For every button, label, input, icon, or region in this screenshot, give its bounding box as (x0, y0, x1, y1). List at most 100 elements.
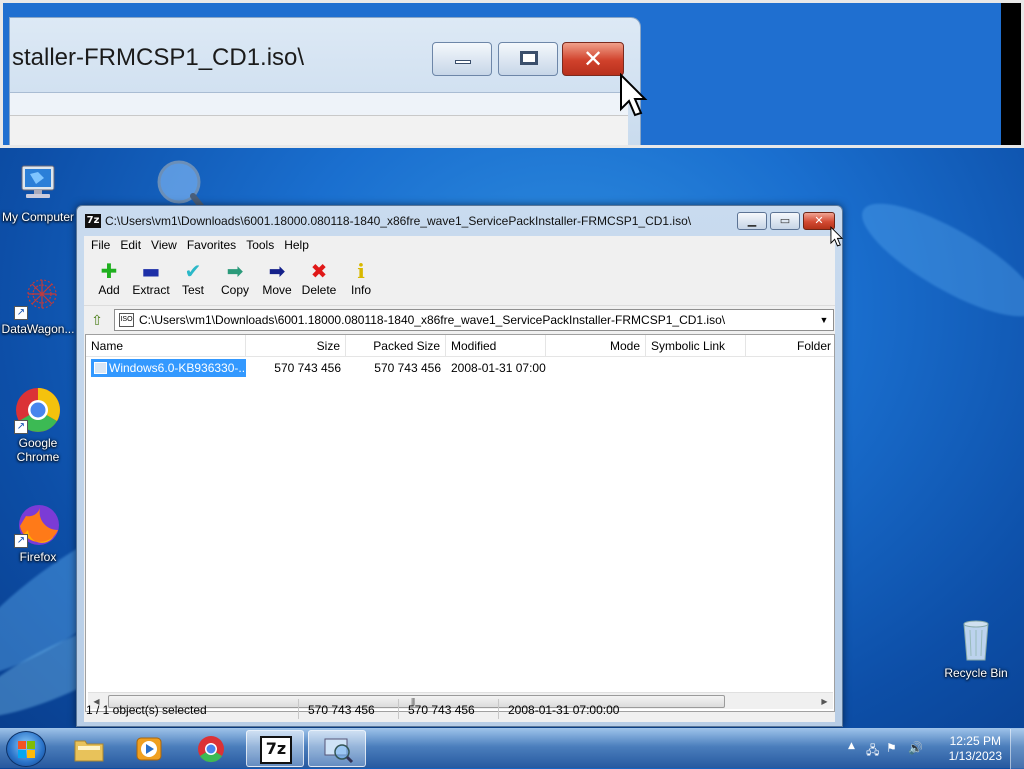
desktop-icon-label: Google Chrome (16, 436, 60, 464)
desktop-icon-label: DataWagon... (1, 322, 75, 336)
info-label: Info (350, 283, 371, 297)
magnified-close-button: ✕ (562, 42, 624, 76)
desktop-icon-label: Firefox (19, 550, 57, 564)
firefox-icon: ↗ (14, 500, 62, 548)
datawagon-icon: ↗ (14, 272, 62, 320)
menu-view[interactable]: View (146, 238, 182, 252)
close-icon: ✕ (814, 215, 824, 227)
clock-date: 1/13/2023 (948, 749, 1002, 763)
desktop-icon-google-chrome[interactable]: ↗ Google Chrome (0, 386, 76, 464)
column-modified[interactable]: Modified (446, 335, 546, 357)
menu-favorites[interactable]: Favorites (182, 238, 241, 252)
magnified-maximize-button (498, 42, 558, 76)
windows-logo-icon (18, 741, 36, 759)
desktop-icon-label: My Computer (1, 210, 75, 224)
title-bar[interactable]: 7z C:\Users\vm1\Downloads\6001.18000.080… (77, 206, 842, 236)
recycle-bin-icon (952, 616, 1000, 664)
status-packed: 570 743 456 (408, 703, 475, 717)
magnifier-icon (324, 738, 354, 764)
show-hidden-icons-icon[interactable]: ▲ (848, 741, 855, 751)
taskbar-media-player[interactable] (120, 730, 178, 767)
delete-label: Delete (301, 283, 337, 297)
magnified-window: staller-FRMCSP1_CD1.iso\ ✕ (9, 17, 641, 145)
taskbar-explorer[interactable] (60, 730, 118, 767)
add-button[interactable]: ✚ Add (88, 254, 130, 305)
menu-tools[interactable]: Tools (241, 238, 279, 252)
7zip-app-icon: 7z (85, 214, 101, 228)
magnifier-edge (1001, 3, 1021, 145)
scroll-right-icon[interactable]: ▶ (816, 693, 833, 710)
minimize-button[interactable]: ▁ (737, 212, 767, 230)
magnified-minimize-button (432, 42, 492, 76)
extract-label: Extract (132, 283, 170, 297)
window-title: C:\Users\vm1\Downloads\6001.18000.080118… (105, 214, 692, 228)
shortcut-arrow-icon: ↗ (14, 534, 28, 548)
minimize-icon: ▁ (747, 215, 757, 227)
clock[interactable]: 12:25 PM 1/13/2023 (949, 734, 1002, 764)
plus-icon: ✚ (100, 259, 118, 283)
status-selection: 1 / 1 object(s) selected (86, 703, 207, 717)
shortcut-arrow-icon: ↗ (14, 420, 28, 434)
desktop-icon-label: Recycle Bin (944, 666, 1008, 680)
row-name-cell[interactable]: Windows6.0-KB936330-... (91, 359, 246, 377)
menu-bar: File Edit View Favorites Tools Help (84, 236, 835, 254)
info-button[interactable]: i Info (340, 254, 382, 305)
7zip-icon: 7z (260, 736, 292, 764)
move-button[interactable]: ➡ Move (256, 254, 298, 305)
file-list[interactable]: Name Size Packed Size Modified Mode Symb… (85, 334, 835, 712)
maximize-button[interactable]: ▭ (770, 212, 800, 230)
row-modified: 2008-01-31 07:00 (451, 361, 546, 375)
row-size: 570 743 456 (274, 361, 341, 375)
delete-button[interactable]: ✖ Delete (298, 254, 340, 305)
status-divider (398, 699, 399, 719)
chrome-icon: ↗ (14, 386, 62, 434)
delete-x-icon: ✖ (310, 259, 328, 283)
column-folder[interactable]: Folder (746, 335, 834, 357)
chevron-down-icon[interactable]: ▼ (817, 312, 831, 328)
network-icon[interactable]: 🖧 (866, 741, 879, 762)
media-player-icon (136, 737, 162, 761)
start-button[interactable] (6, 731, 46, 767)
add-label: Add (98, 283, 120, 297)
test-button[interactable]: ✔ Test (172, 254, 214, 305)
taskbar-7zip[interactable]: 7z (246, 730, 304, 767)
taskbar: 7z ▲ 🖧 ⚑ 🔊 12:25 PM 1/13/2023 (0, 728, 1024, 769)
chrome-icon (198, 736, 224, 763)
column-size[interactable]: Size (246, 335, 346, 357)
status-divider (298, 699, 299, 719)
computer-icon (14, 160, 62, 208)
row-packed-size: 570 743 456 (374, 361, 441, 375)
column-mode[interactable]: Mode (546, 335, 646, 357)
copy-button[interactable]: ➡ Copy (214, 254, 256, 305)
desktop-icon-my-computer[interactable]: My Computer (0, 160, 76, 224)
menu-help[interactable]: Help (279, 238, 314, 252)
action-center-flag-icon[interactable]: ⚑ (886, 741, 897, 755)
extract-button[interactable]: ▬ Extract (130, 254, 172, 305)
iso-file-icon: ISO (119, 313, 134, 327)
volume-icon[interactable]: 🔊 (908, 741, 923, 755)
column-packed-size[interactable]: Packed Size (346, 335, 446, 357)
show-desktop-button[interactable] (1010, 729, 1024, 769)
magnified-cursor-icon (620, 73, 648, 117)
maximize-icon: ▭ (779, 215, 791, 227)
desktop-icon-recycle-bin[interactable]: Recycle Bin (936, 616, 1016, 680)
column-symbolic-link[interactable]: Symbolic Link (646, 335, 746, 357)
desktop-icon-firefox[interactable]: ↗ Firefox (0, 500, 76, 564)
folder-up-icon: ⇧ (91, 313, 103, 329)
taskbar-chrome[interactable] (182, 730, 240, 767)
check-icon: ✔ (184, 259, 202, 283)
address-combobox[interactable]: ISO C:\Users\vm1\Downloads\6001.18000.08… (114, 309, 834, 331)
column-name[interactable]: Name (86, 335, 246, 357)
address-path: C:\Users\vm1\Downloads\6001.18000.080118… (139, 313, 726, 327)
minus-icon: ▬ (141, 259, 161, 283)
menu-file[interactable]: File (86, 238, 115, 252)
table-row[interactable]: Windows6.0-KB936330-... 570 743 456 570 … (86, 359, 834, 377)
menu-edit[interactable]: Edit (115, 238, 146, 252)
info-icon: i (357, 259, 365, 283)
folder-up-button[interactable]: ⇧ (86, 311, 108, 331)
taskbar-magnifier[interactable] (308, 730, 366, 767)
desktop-icon-datawagon[interactable]: ↗ DataWagon... (0, 272, 76, 336)
mouse-cursor-icon (830, 226, 844, 247)
test-label: Test (181, 283, 204, 297)
copy-arrow-icon: ➡ (226, 259, 244, 283)
